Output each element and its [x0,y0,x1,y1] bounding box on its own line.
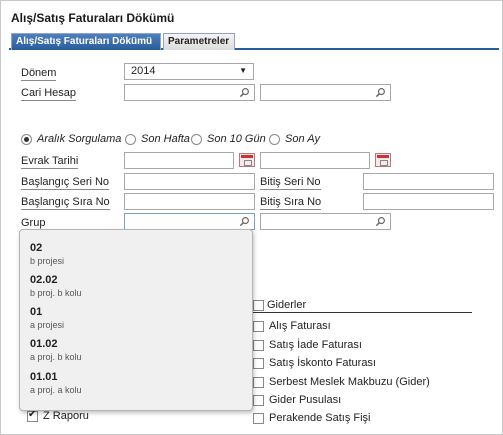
radio-son-10-gun[interactable] [191,134,202,145]
chevron-down-icon: ▼ [239,66,247,75]
search-icon[interactable] [239,216,250,227]
section-divider [253,312,472,313]
z-raporu-checkbox[interactable] [27,409,38,422]
radio-aralik-sorgulama[interactable] [21,134,32,145]
item-name: a projesi [30,320,65,330]
item-code: 02.02 [30,274,58,286]
donem-select[interactable]: 2014 ▼ [124,63,254,80]
calendar-icon[interactable] [239,153,255,167]
evrak-tarihi-label: Evrak Tarihi [21,155,79,169]
cari-hesap-start-input[interactable] [124,84,255,101]
report-window: Alış/Satış Faturaları Dökümü Alış/Satış … [0,0,503,435]
radio-son-hafta[interactable] [125,134,136,145]
grup-start-input[interactable] [124,213,255,230]
bitis-seri-input[interactable] [363,173,494,190]
item-name: a proj. b kolu [30,352,82,362]
giderler-checkbox[interactable] [253,300,264,311]
evrak-tarihi-start-input[interactable] [124,152,234,169]
item-name: b proj. b kolu [30,288,82,298]
grup-end-input[interactable] [260,213,391,230]
baslangic-sira-input[interactable] [124,193,255,210]
baslangic-seri-label: Başlangıç Seri No [21,176,110,190]
list-item[interactable]: 01.02 a proj. b kolu [30,338,82,362]
list-item[interactable]: 02 b projesi [30,242,64,266]
perakende-satis-checkbox[interactable] [253,413,264,424]
checkbox-label: Gider Pusulası [269,394,342,406]
radio-label: Aralık Sorgulama [37,133,122,145]
alis-faturasi-checkbox[interactable] [253,321,264,332]
checkbox-label: Satış İskonto Faturası [269,357,376,369]
item-name: a proj. a kolu [30,385,82,395]
tab-bar: Alış/Satış Faturaları Dökümü Parametrele… [9,33,499,50]
evrak-tarihi-end-input[interactable] [260,152,370,169]
radio-son-ay[interactable] [269,134,280,145]
item-name: b projesi [30,256,65,266]
search-icon[interactable] [375,216,386,227]
radio-label: Son Hafta [141,133,190,145]
satis-iade-checkbox[interactable] [253,340,264,351]
list-item[interactable]: 01 a projesi [30,306,64,330]
list-item[interactable]: 02.02 b proj. b kolu [30,274,82,298]
donem-label: Dönem [21,67,57,81]
baslangic-sira-label: Başlangıç Sıra No [21,196,110,210]
list-item[interactable]: 01.01 a proj. a kolu [30,371,82,395]
cari-hesap-end-input[interactable] [260,84,391,101]
grup-autocomplete-list: 02 b projesi 02.02 b proj. b kolu 01 a p… [19,229,253,411]
bitis-sira-label: Bitiş Sıra No [260,196,322,210]
page-title: Alış/Satış Faturaları Dökümü [11,11,175,25]
gider-pusulasi-checkbox[interactable] [253,395,264,406]
bitis-seri-label: Bitiş Seri No [260,176,321,190]
item-code: 01.01 [30,371,58,383]
serbest-meslek-checkbox[interactable] [253,377,264,388]
radio-label: Son 10 Gün [207,133,266,145]
donem-value: 2014 [131,65,156,77]
checkbox-label: Serbest Meslek Makbuzu (Gider) [269,376,430,388]
giderler-header: Giderler [267,299,307,311]
item-code: 01.02 [30,338,58,350]
checkbox-label: Satış İade Faturası [269,339,362,351]
checkbox-label: Perakende Satış Fişi [269,412,371,424]
search-icon[interactable] [239,87,250,98]
calendar-icon[interactable] [375,153,391,167]
cari-hesap-label: Cari Hesap [21,87,77,101]
baslangic-seri-input[interactable] [124,173,255,190]
item-code: 02 [30,242,43,254]
satis-iskonto-checkbox[interactable] [253,358,264,369]
search-icon[interactable] [375,87,386,98]
radio-label: Son Ay [285,133,320,145]
tab-parameters[interactable]: Parametreler [163,33,235,50]
item-code: 01 [30,306,43,318]
tab-report[interactable]: Alış/Satış Faturaları Dökümü [11,33,161,50]
z-raporu-label: Z Raporu [43,410,89,422]
checkbox-label: Alış Faturası [269,320,331,332]
bitis-sira-input[interactable] [363,193,494,210]
